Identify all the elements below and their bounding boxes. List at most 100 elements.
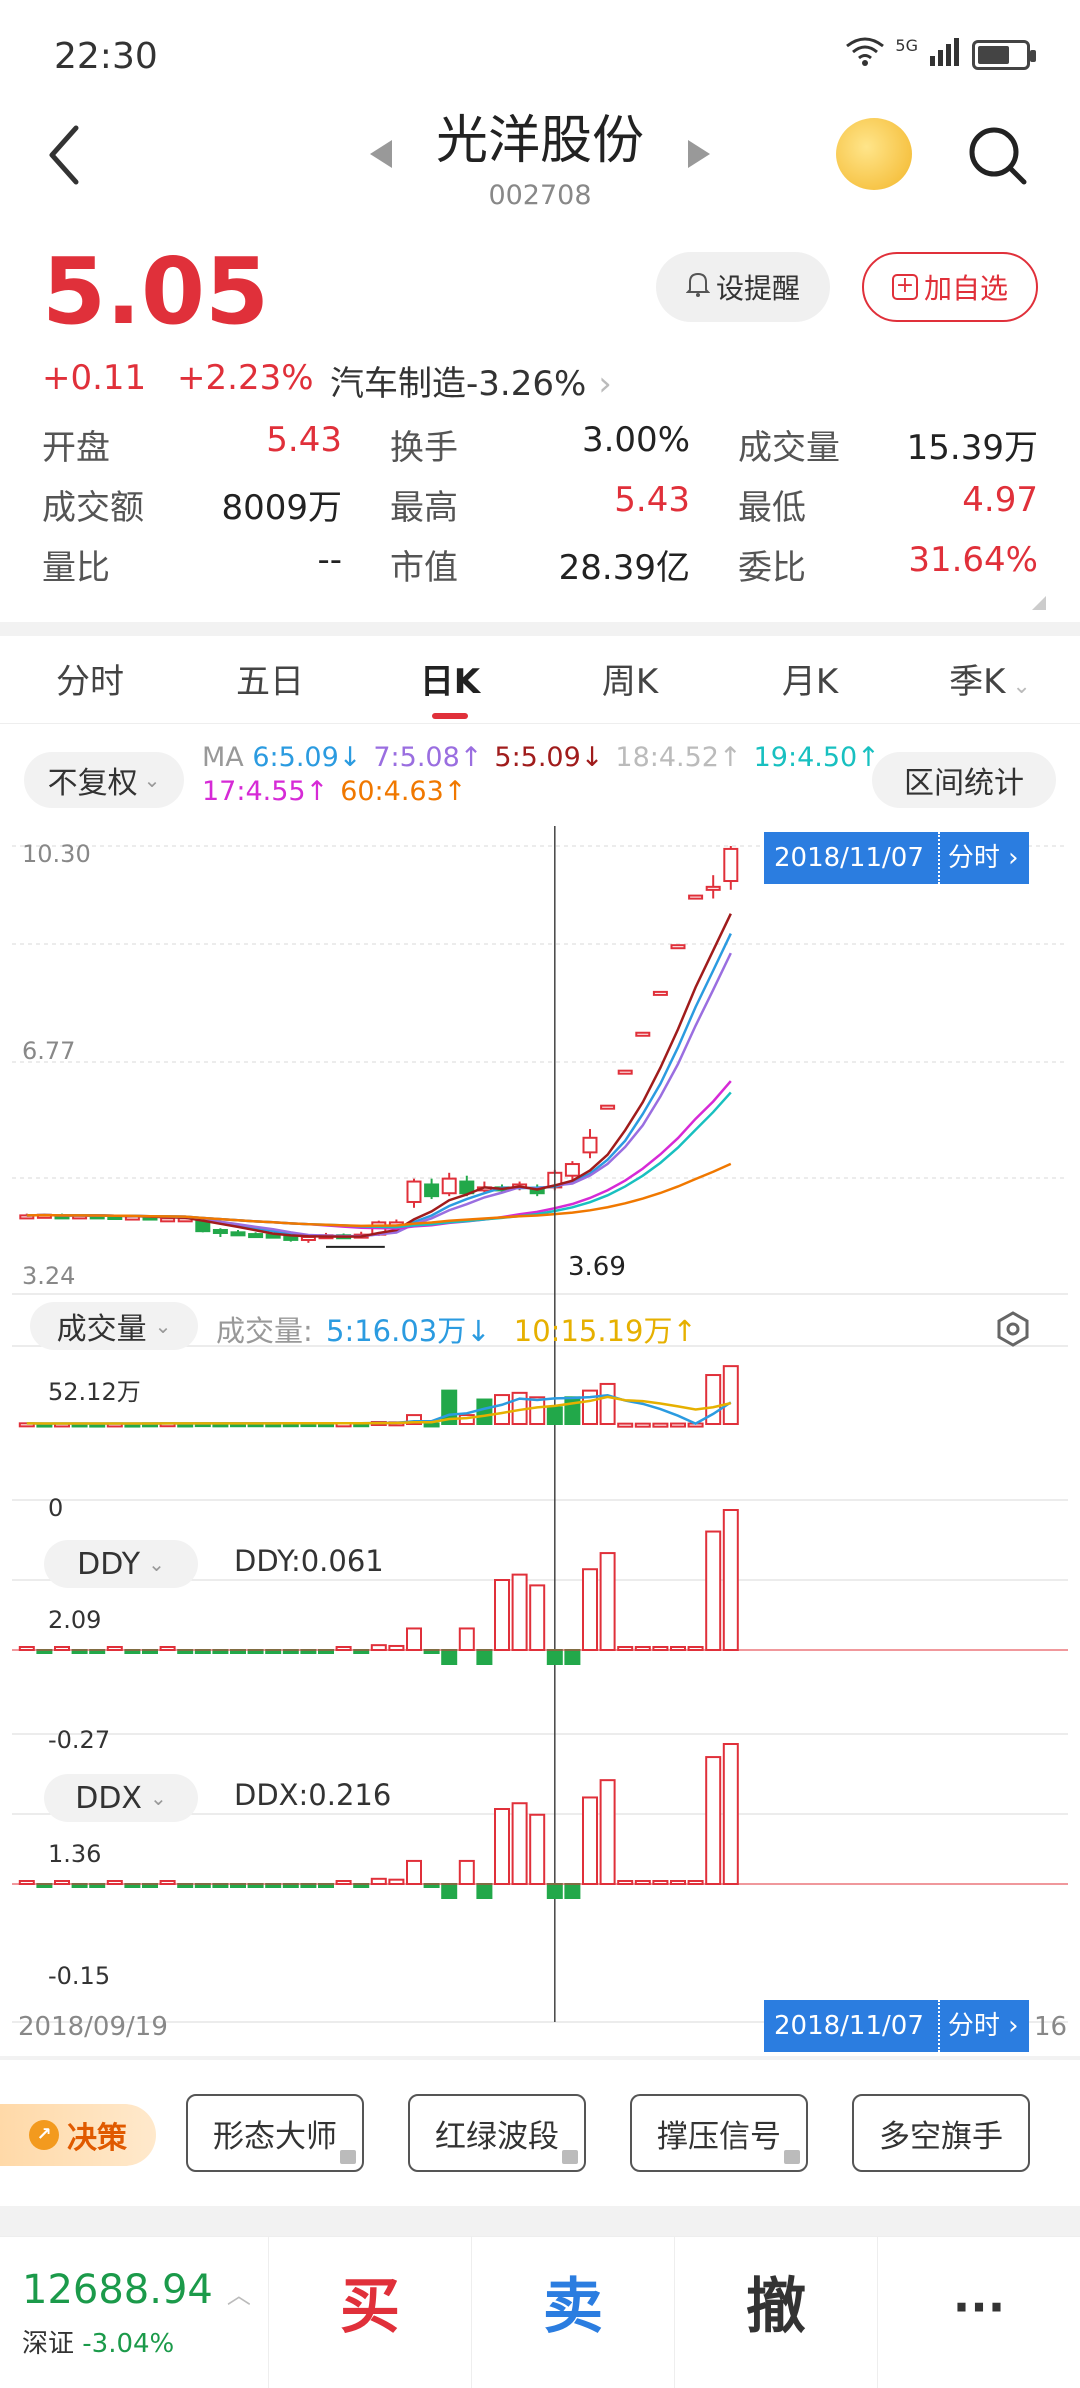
cursor-timeshare-link-bottom: 分时 › xyxy=(937,2000,1019,2052)
settings-icon[interactable] xyxy=(994,1310,1032,1352)
volume-bar xyxy=(494,1394,510,1426)
search-icon[interactable] xyxy=(966,124,1028,186)
chevron-down-icon: ⌄ xyxy=(154,1314,172,1338)
adjust-mode-button[interactable]: 不复权 ⌄ xyxy=(24,752,184,808)
volume-bar xyxy=(652,1422,669,1428)
cursor-link-label-bottom: 分时 xyxy=(947,2011,1000,2041)
stat-value: 15.39万 xyxy=(906,428,1038,468)
chevron-right-icon: › xyxy=(598,364,612,404)
tab-3[interactable]: 周K xyxy=(540,640,720,723)
stat-value: 5.43 xyxy=(614,480,690,520)
sell-button[interactable]: 卖 xyxy=(471,2237,674,2388)
candle-body xyxy=(160,1217,176,1223)
lock-icon xyxy=(784,2150,800,2164)
ddy-bar xyxy=(564,1649,581,1665)
change-value: +0.11 xyxy=(42,358,147,398)
ddy-bar xyxy=(705,1530,722,1651)
add-watchlist-button[interactable]: + 加自选 xyxy=(862,252,1038,322)
volume-bar xyxy=(546,1406,563,1425)
candle-body xyxy=(705,885,721,891)
status-icons: 5G xyxy=(845,36,1036,74)
kline-y-top: 10.30 xyxy=(22,840,91,868)
stat-key: 开盘 xyxy=(42,428,110,468)
volume-ma10: 10:15.19万↑ xyxy=(513,1314,697,1348)
ddy-bar xyxy=(388,1644,405,1652)
tab-4[interactable]: 月K xyxy=(720,640,900,723)
next-stock-arrow[interactable] xyxy=(688,140,710,168)
ddy-y-bottom: -0.27 xyxy=(48,1726,111,1754)
stat-key: 市值 xyxy=(390,548,458,588)
strategy-button-1[interactable]: 红绿波段 xyxy=(408,2094,586,2172)
ddx-bar xyxy=(458,1859,475,1886)
volume-bar xyxy=(722,1365,739,1426)
tab-5[interactable]: 季K ⌄ xyxy=(900,640,1080,723)
stock-name: 光洋股份 xyxy=(435,111,644,171)
ddy-bar xyxy=(529,1584,546,1652)
trade-bar: 12688.94 ︿ 深证 -3.04% 买 卖 撤 ··· xyxy=(0,2236,1080,2388)
tab-0[interactable]: 分时 xyxy=(0,640,180,723)
cursor-link-label: 分时 xyxy=(947,843,1000,873)
stat-item: 量比 -- xyxy=(42,540,342,600)
low-marker-label: 3.69 xyxy=(568,1252,626,1282)
current-price: 5.05 xyxy=(42,238,269,345)
set-alert-button[interactable]: 设提醒 xyxy=(656,252,830,322)
cursor-date-tag[interactable]: 2018/11/07 分时 › xyxy=(764,832,1029,884)
stat-value: 31.64% xyxy=(908,540,1038,580)
ddy-bar xyxy=(441,1649,458,1665)
stat-value: -- xyxy=(317,540,342,580)
buy-button[interactable]: 买 xyxy=(268,2237,471,2388)
ddx-bar xyxy=(529,1813,546,1885)
ddx-bar xyxy=(494,1808,510,1885)
cancel-order-button[interactable]: 撤 xyxy=(674,2237,877,2388)
strategy-button-3[interactable]: 多空旗手 xyxy=(852,2094,1030,2172)
stat-value: 4.97 xyxy=(962,480,1038,520)
ddy-bar xyxy=(494,1579,510,1651)
stat-item: 换手 3.00% xyxy=(342,420,690,480)
change-pct: +2.23% xyxy=(177,358,314,398)
ddx-y-bottom: -0.15 xyxy=(48,1962,111,1990)
strategy-button-2[interactable]: 撑压信号 xyxy=(630,2094,808,2172)
sector-link[interactable]: 汽车制造-3.26% › xyxy=(330,356,612,405)
chevron-down-icon: ⌄ xyxy=(1005,674,1031,699)
stat-row: 成交额 8009万 最高 5.43 最低 4.97 xyxy=(42,480,1038,540)
ddx-bar xyxy=(370,1877,387,1886)
tab-2[interactable]: 日K xyxy=(360,640,540,723)
strategy-button-0[interactable]: 形态大师 xyxy=(186,2094,364,2172)
ddy-bar xyxy=(458,1627,475,1652)
start-date-label: 2018/09/19 xyxy=(18,2012,168,2042)
decision-badge[interactable]: ↗ 决策 xyxy=(0,2104,156,2166)
ddx-y-top: 1.36 xyxy=(48,1840,102,1868)
tab-1[interactable]: 五日 xyxy=(180,640,360,723)
ddx-bar xyxy=(564,1883,581,1899)
stat-key: 成交量 xyxy=(738,428,840,468)
cursor-date-tag-bottom[interactable]: 2018/11/07 分时 › xyxy=(764,2000,1029,2052)
add-watchlist-label: 加自选 xyxy=(923,272,1008,305)
kline-y-mid: 6.77 xyxy=(22,1037,76,1065)
volume-indicator-button[interactable]: 成交量 ⌄ xyxy=(30,1302,198,1350)
more-button[interactable]: ··· xyxy=(877,2237,1080,2388)
ddx-indicator-button[interactable]: DDX ⌄ xyxy=(44,1774,198,1822)
ddy-indicator-button[interactable]: DDY ⌄ xyxy=(44,1540,198,1588)
ma-line-6 xyxy=(26,932,732,1238)
strategy-button-label: 红绿波段 xyxy=(435,2118,559,2155)
section-divider xyxy=(0,2206,1080,2236)
ma-line-5 xyxy=(26,913,732,1238)
expand-corner-icon[interactable] xyxy=(1032,596,1046,610)
ddy-y-top: 2.09 xyxy=(48,1606,102,1634)
mascot-icon[interactable] xyxy=(836,118,912,190)
stat-value: 8009万 xyxy=(221,488,342,528)
stat-key: 委比 xyxy=(738,548,806,588)
ma-item: 60:4.63↑ xyxy=(340,776,467,807)
range-stats-button[interactable]: 区间统计 xyxy=(872,752,1056,808)
ma-line-60 xyxy=(26,1162,732,1228)
kline-chart-area[interactable] xyxy=(0,826,1080,2050)
stock-code: 002708 xyxy=(488,180,592,211)
ma-line-19 xyxy=(26,1091,732,1229)
chevron-down-icon: ⌄ xyxy=(150,1786,167,1810)
strategy-button-label: 撑压信号 xyxy=(657,2118,781,2155)
index-ticker[interactable]: 12688.94 ︿ 深证 -3.04% xyxy=(0,2237,268,2388)
plus-icon: + xyxy=(891,274,918,300)
index-change: -3.04% xyxy=(82,2329,175,2359)
ma-legend-row1: MA 6:5.09↓ 7:5.08↑ 5:5.09↓ 18:4.52↑ 19:4.50↑ xyxy=(202,742,892,773)
volume-ma5: 5:16.03万↓ xyxy=(326,1314,491,1348)
